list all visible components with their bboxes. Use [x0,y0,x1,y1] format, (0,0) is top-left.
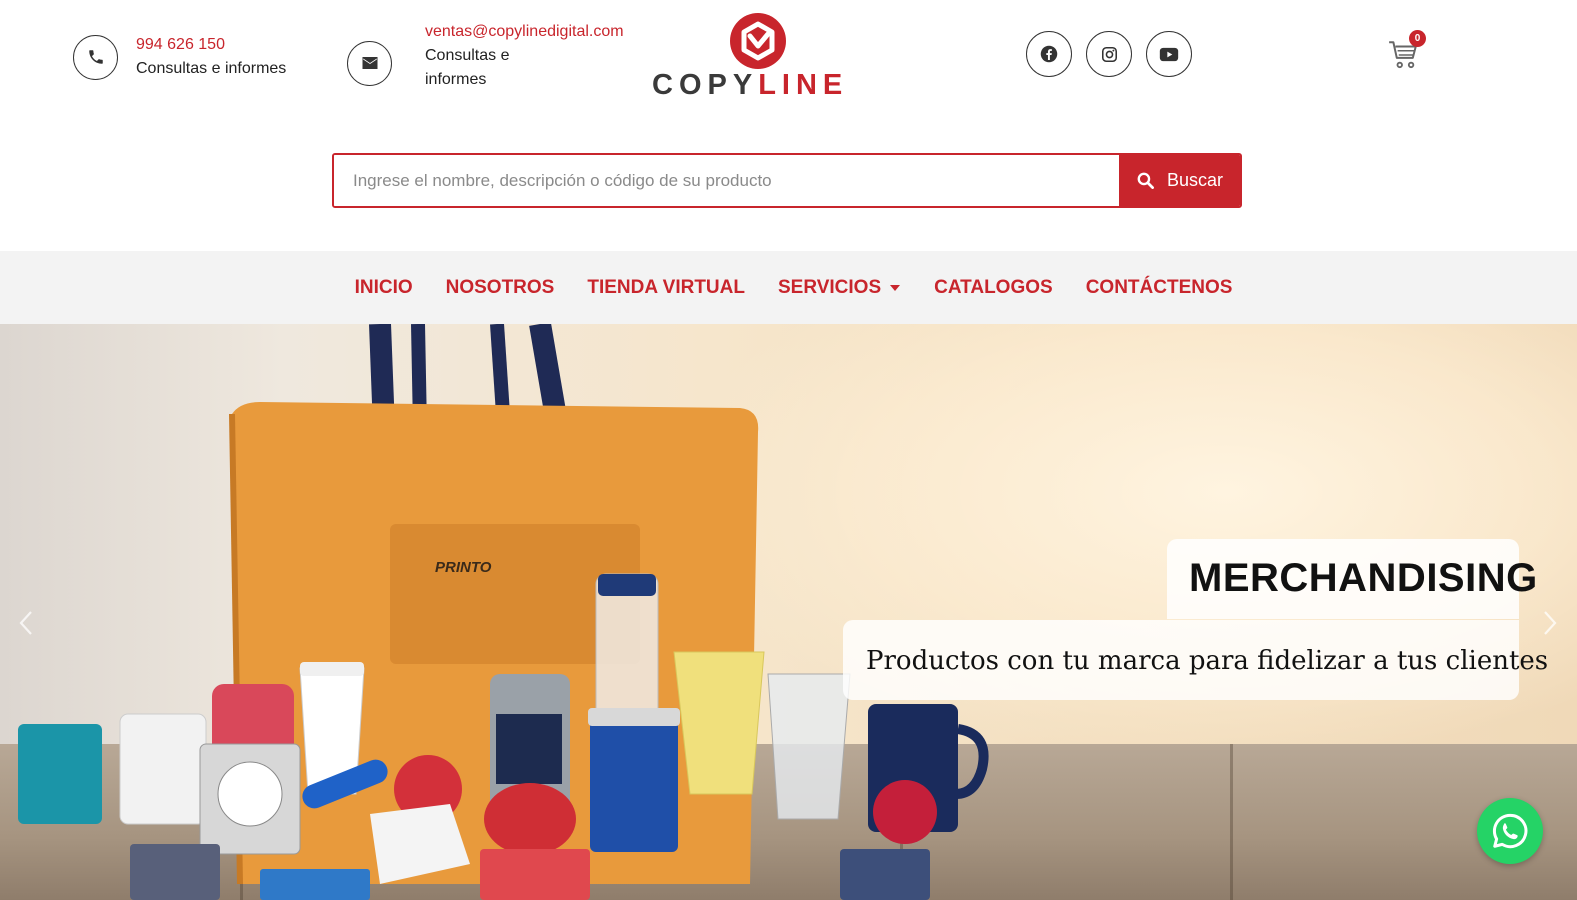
nav-item-nosotros[interactable]: NOSOTROS [446,277,555,299]
youtube-icon[interactable] [1146,31,1192,77]
slider-prev-button[interactable] [14,608,38,638]
phone-number[interactable]: 994 626 150 [136,33,286,57]
chevron-left-icon [19,611,32,635]
slide-subtitle: Productos con tu marca para fidelizar a … [866,646,1549,676]
whatsapp-button[interactable] [1477,798,1543,864]
search-input[interactable] [334,155,1119,206]
hero-slider: PRINTO MERCHANDISING Productos con tu ma… [0,324,1577,900]
phone-contact[interactable]: 994 626 150 Consultas e informes [73,33,286,81]
copyline-logo[interactable]: COPYLINE [652,12,862,102]
phone-caption: Consultas e informes [136,60,287,77]
caret-down-icon [890,284,901,291]
slide-title: MERCHANDISING [1189,556,1538,600]
bag-brand-text: PRINTO [435,559,492,576]
top-header: 994 626 150 Consultas e informes ventas@… [0,0,1577,110]
cart-count-badge: 0 [1409,30,1426,47]
slider-next-button[interactable] [1538,608,1562,638]
chevron-right-icon [1544,611,1557,635]
phone-icon [73,34,118,80]
nav-item-tienda-virtual[interactable]: TIENDA VIRTUAL [587,277,745,299]
nav-item-catalogos[interactable]: CATALOGOS [934,277,1053,299]
logo-mark-icon [728,12,788,75]
search-button-label: Buscar [1166,170,1224,190]
search-icon [1137,172,1154,189]
envelope-icon [347,40,392,86]
logo-wordmark: COPYLINE [652,69,849,101]
cart-button[interactable]: 0 [1387,30,1426,72]
nav-item-contactenos[interactable]: CONTÁCTENOS [1086,277,1233,299]
nav-item-servicios[interactable]: SERVICIOS [778,277,901,299]
mail-caption: Consultas e informes [425,47,510,88]
facebook-icon[interactable] [1026,31,1072,77]
instagram-icon[interactable] [1086,31,1132,77]
nav-item-inicio[interactable]: INICIO [355,277,413,299]
social-links [1026,31,1192,77]
main-nav: INICIO NOSOTROS TIENDA VIRTUAL SERVICIOS… [0,251,1577,324]
mail-address[interactable]: ventas@copylinedigital.com [425,20,624,44]
mail-contact[interactable]: ventas@copylinedigital.com Consultas e i… [347,20,624,92]
merchandise-image: PRINTO [18,324,989,900]
search-button[interactable]: Buscar [1119,155,1240,206]
whatsapp-icon [1492,813,1528,849]
product-search: Buscar [332,153,1242,208]
